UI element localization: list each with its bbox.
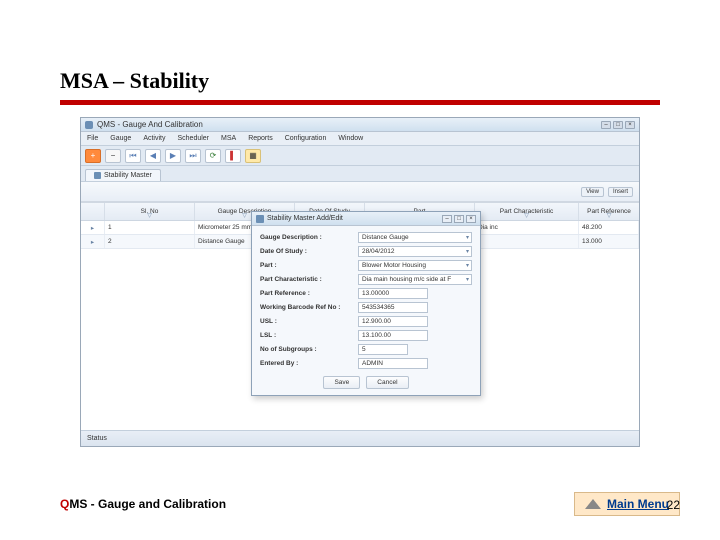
field-lsl[interactable]: 13.100.00 <box>358 330 428 341</box>
save-button[interactable]: Save <box>323 376 360 389</box>
page-number: 22 <box>667 498 680 512</box>
main-menu-label: Main Menu <box>607 497 669 511</box>
toolbar-prev-button[interactable]: ◀ <box>145 149 161 163</box>
workspace: View Insert Sl. No▽ Gauge Description▽ D… <box>81 182 639 430</box>
menu-window[interactable]: Window <box>338 135 363 142</box>
col-part-ref[interactable]: Part Reference▽ <box>579 203 639 220</box>
status-text: Status <box>87 435 107 442</box>
col-part-char[interactable]: Part Characteristic▽ <box>475 203 579 220</box>
tab-stability-master[interactable]: Stability Master <box>85 169 161 181</box>
filter-icon[interactable]: ▽ <box>607 212 612 219</box>
app-title-text: QMS - Gauge And Calibration <box>97 120 203 129</box>
row-indicator: ▸ <box>81 235 105 248</box>
menu-file[interactable]: File <box>87 135 98 142</box>
filter-icon[interactable]: ▽ <box>147 212 152 219</box>
action-insert[interactable]: Insert <box>608 187 633 197</box>
field-part-ref[interactable]: 13.00000 <box>358 288 428 299</box>
dialog-stability-master: Stability Master Add/Edit – □ × Gauge De… <box>251 211 481 396</box>
field-gauge-desc[interactable]: Distance Gauge <box>358 232 472 243</box>
menu-configuration[interactable]: Configuration <box>285 135 327 142</box>
data-grid: Sl. No▽ Gauge Description▽ Date Of Study… <box>81 202 639 430</box>
dialog-icon <box>256 215 264 223</box>
toolbar-delete-button[interactable]: − <box>105 149 121 163</box>
toolbar-add-button[interactable]: + <box>85 149 101 163</box>
toolbar-first-button[interactable]: ⏮ <box>125 149 141 163</box>
menu-msa[interactable]: MSA <box>221 135 236 142</box>
menu-reports[interactable]: Reports <box>248 135 273 142</box>
label-lsl: LSL : <box>260 332 352 339</box>
filter-icon[interactable]: ▽ <box>524 212 529 219</box>
minimize-button[interactable]: – <box>601 121 611 129</box>
maximize-button[interactable]: □ <box>613 121 623 129</box>
footer-title: QMS - Gauge and Calibration <box>60 497 226 511</box>
main-menu-button[interactable]: Main Menu <box>574 492 680 516</box>
field-usl[interactable]: 12.900.00 <box>358 316 428 327</box>
dialog-titlebar: Stability Master Add/Edit – □ × <box>252 212 480 226</box>
toolbar-next-button[interactable]: ▶ <box>165 149 181 163</box>
filter-icon[interactable]: ▽ <box>242 212 247 219</box>
tab-label: Stability Master <box>104 172 152 179</box>
label-usl: USL : <box>260 318 352 325</box>
dialog-close-button[interactable]: × <box>466 215 476 223</box>
label-barcode: Working Barcode Ref No : <box>260 304 352 311</box>
toolbar-stop-button[interactable]: ▌ <box>225 149 241 163</box>
tab-icon <box>94 172 101 179</box>
label-entered-by: Entered By : <box>260 360 352 367</box>
action-view[interactable]: View <box>581 187 604 197</box>
field-date[interactable]: 28/04/2012 <box>358 246 472 257</box>
label-date: Date Of Study : <box>260 248 352 255</box>
window-buttons: – □ × <box>601 121 635 129</box>
close-button[interactable]: × <box>625 121 635 129</box>
toolbar-calendar-button[interactable]: ▦ <box>245 149 261 163</box>
dialog-title-text: Stability Master Add/Edit <box>267 215 343 222</box>
status-bar: Status <box>81 430 639 446</box>
workspace-header: View Insert <box>81 182 639 202</box>
cancel-button[interactable]: Cancel <box>366 376 408 389</box>
label-gauge-desc: Gauge Description : <box>260 234 352 241</box>
dialog-body: Gauge Description : Distance Gauge Date … <box>252 226 480 395</box>
app-window: QMS - Gauge And Calibration – □ × File G… <box>80 117 640 447</box>
menu-bar: File Gauge Activity Scheduler MSA Report… <box>81 132 639 146</box>
label-part-char: Part Characteristic : <box>260 276 352 283</box>
tab-row: Stability Master <box>81 166 639 182</box>
field-part[interactable]: Blower Motor Housing <box>358 260 472 271</box>
slide-title: MSA – Stability <box>60 68 660 94</box>
slide-footer: QMS - Gauge and Calibration Main Menu <box>60 492 680 516</box>
dialog-maximize-button[interactable]: □ <box>454 215 464 223</box>
label-part: Part : <box>260 262 352 269</box>
menu-scheduler[interactable]: Scheduler <box>177 135 209 142</box>
label-subgroups: No of Subgroups : <box>260 346 352 353</box>
dialog-minimize-button[interactable]: – <box>442 215 452 223</box>
menu-activity[interactable]: Activity <box>143 135 165 142</box>
field-barcode[interactable]: 543534365 <box>358 302 428 313</box>
row-indicator: ▸ <box>81 221 105 234</box>
toolbar-last-button[interactable]: ⏭ <box>185 149 201 163</box>
up-arrow-icon <box>585 499 601 509</box>
field-part-char[interactable]: Dia main housing m/c side at F <box>358 274 472 285</box>
field-entered-by[interactable]: ADMIN <box>358 358 428 369</box>
col-slno[interactable]: Sl. No▽ <box>105 203 195 220</box>
app-icon <box>85 121 93 129</box>
menu-gauge[interactable]: Gauge <box>110 135 131 142</box>
title-underline <box>60 100 660 105</box>
toolbar: + − ⏮ ◀ ▶ ⏭ ⟳ ▌ ▦ <box>81 146 639 166</box>
field-subgroups[interactable]: 5 <box>358 344 408 355</box>
label-part-ref: Part Reference : <box>260 290 352 297</box>
toolbar-refresh-button[interactable]: ⟳ <box>205 149 221 163</box>
app-titlebar: QMS - Gauge And Calibration – □ × <box>81 118 639 132</box>
